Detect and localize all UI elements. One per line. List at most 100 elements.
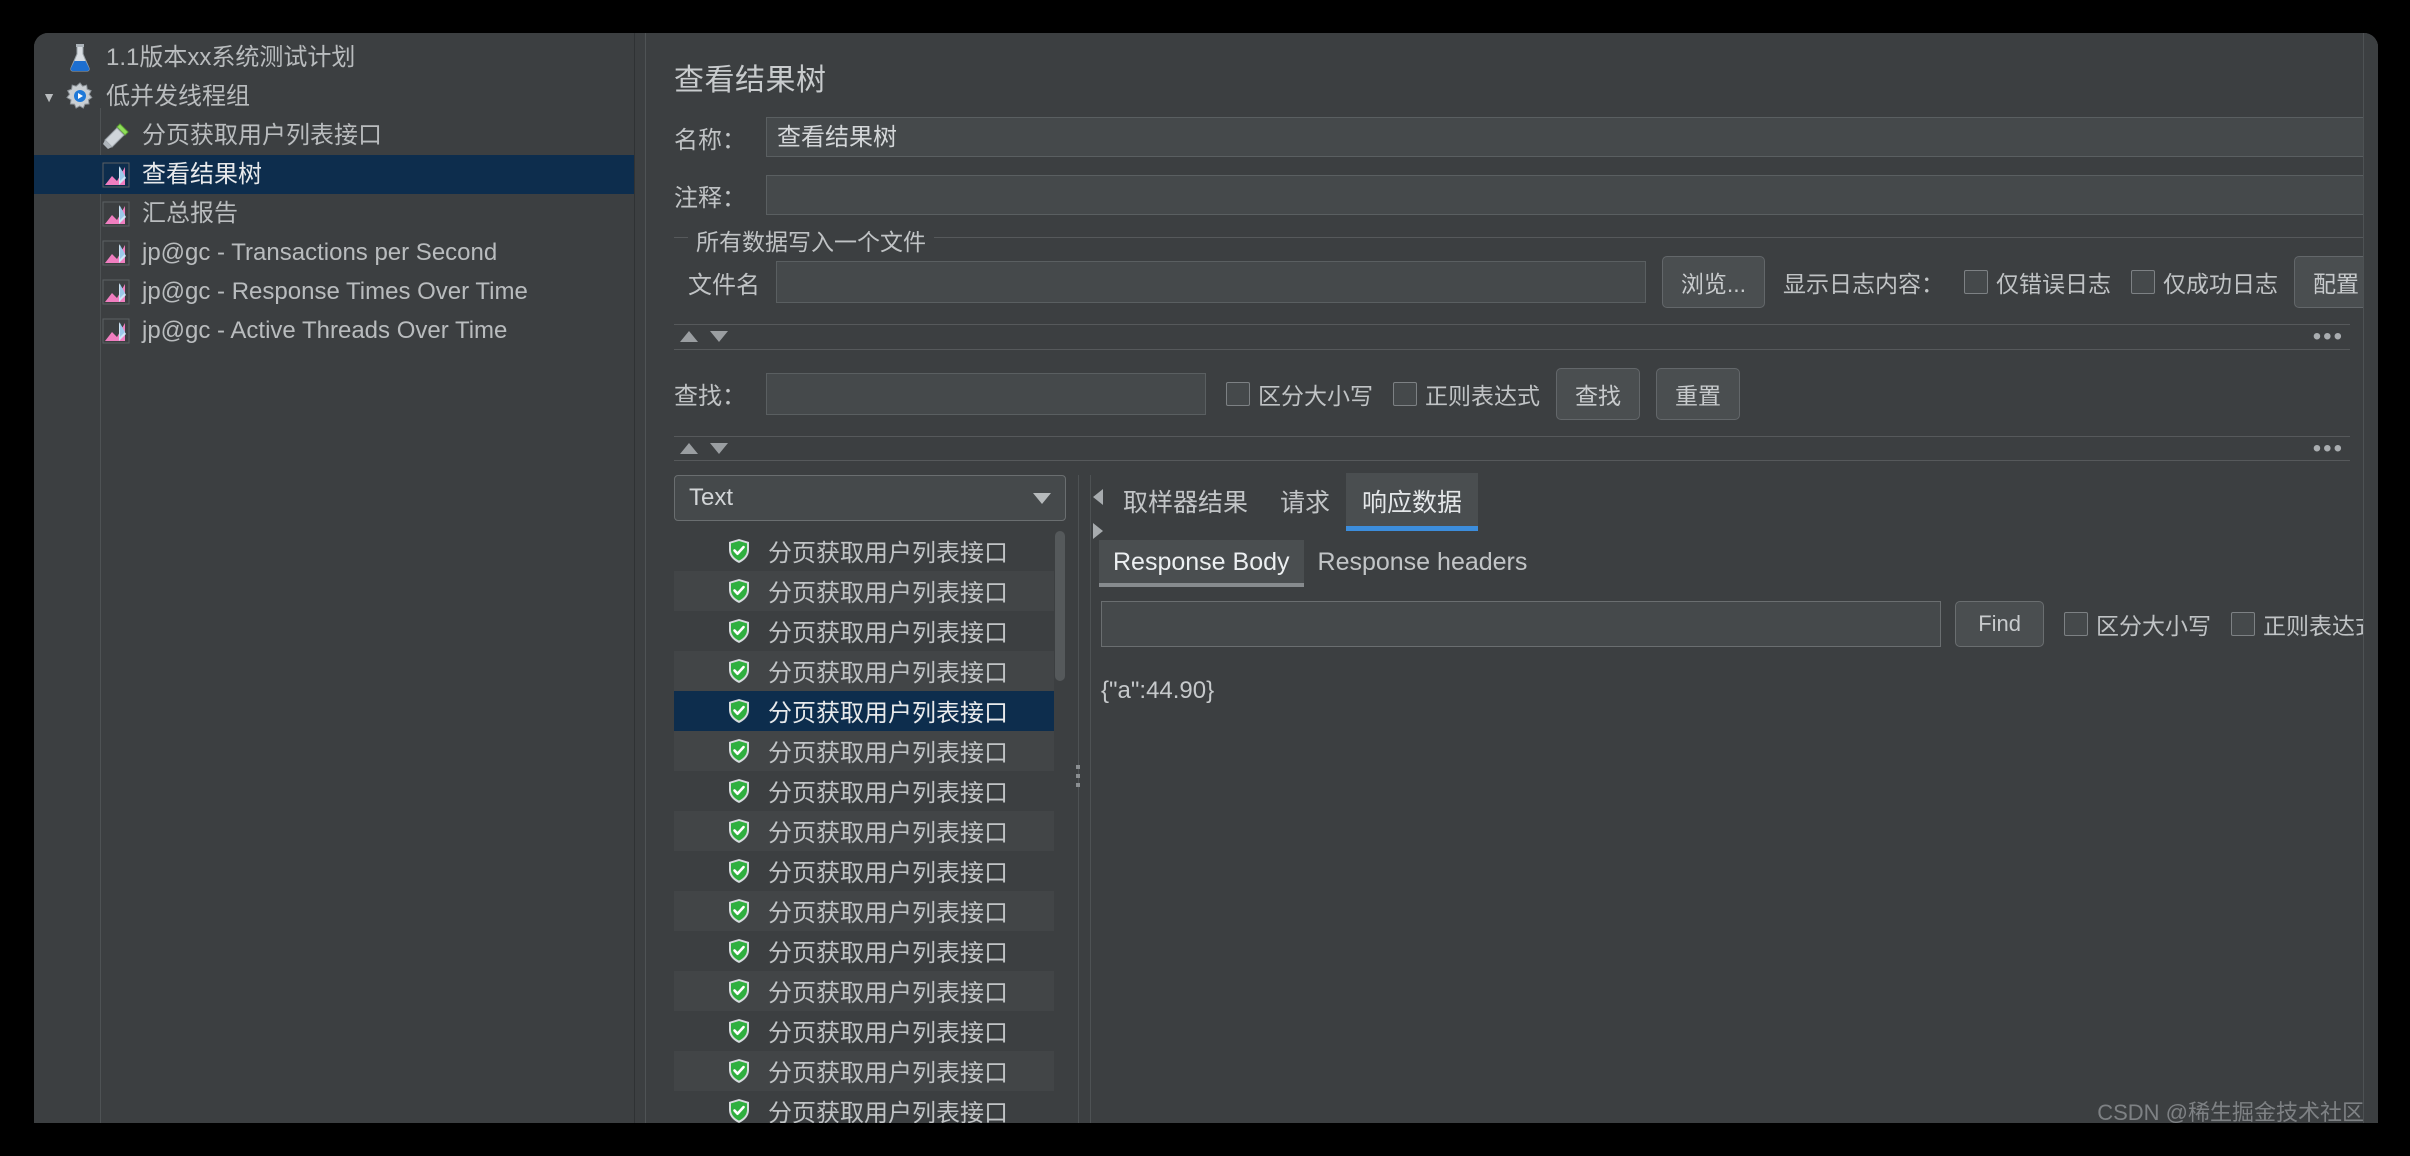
response-subtabs[interactable]: Response Body Response headers xyxy=(1091,537,2378,588)
sample-result-row[interactable]: 分页获取用户列表接口 xyxy=(674,851,1066,891)
response-find-input[interactable] xyxy=(1101,601,1942,648)
sample-result-row[interactable]: 分页获取用户列表接口 xyxy=(674,1091,1066,1123)
errors-only-label: 仅错误日志 xyxy=(1996,271,2111,297)
sample-result-label: 分页获取用户列表接口 xyxy=(768,740,1008,768)
browse-button[interactable]: 浏览... xyxy=(1661,256,1765,308)
sample-result-label: 分页获取用户列表接口 xyxy=(768,780,1008,808)
drag-dots-icon[interactable]: ••• xyxy=(2313,324,2344,348)
collapse-up-icon[interactable] xyxy=(680,331,698,343)
sample-result-row[interactable]: 分页获取用户列表接口 xyxy=(674,890,1066,931)
test-plan-tree[interactable]: 1.1版本xx系统测试计划 ▼ 低并发线程组 分页获取用户列表接口 查看结果树 汇总报告 j… xyxy=(34,33,634,350)
success-shield-icon xyxy=(726,738,752,764)
pipette-icon xyxy=(100,120,132,152)
errors-only-checkbox[interactable] xyxy=(1964,270,1988,294)
detail-tab-0[interactable]: 取样器结果 xyxy=(1107,473,1264,531)
search-regex-checkbox[interactable] xyxy=(1393,381,1417,406)
search-input[interactable] xyxy=(766,372,1206,415)
tree-item-2[interactable]: 分页获取用户列表接口 xyxy=(34,116,634,155)
sample-results-list[interactable]: 分页获取用户列表接口 分页获取用户列表接口 分页获取用户列表接口 分页获取用户列表接口… xyxy=(674,530,1066,1123)
detail-tab-1[interactable]: 请求 xyxy=(1264,473,1346,531)
name-label: 名称： xyxy=(674,126,746,154)
results-and-detail-area: Text 分页获取用户列表接口 分页获取用户列表接口 分页获取用户列表接口 分页获取用… xyxy=(646,33,2378,1123)
response-regex-label: 正则表达式 xyxy=(2263,613,2378,640)
sample-result-label: 分页获取用户列表接口 xyxy=(768,1020,1008,1048)
tree-expand-icon[interactable]: ▼ xyxy=(34,89,64,105)
detail-column: 取样器结果 请求 响应数据 Response Body Response header… xyxy=(1090,473,2378,1123)
sample-result-row[interactable]: 分页获取用户列表接口 xyxy=(674,730,1066,771)
search-reset-button[interactable]: 重置 xyxy=(1656,367,1740,420)
listener-icon xyxy=(100,198,132,230)
collapse-strip-upper[interactable]: ••• xyxy=(674,324,2350,350)
sample-result-row[interactable]: 分页获取用户列表接口 xyxy=(674,690,1066,731)
response-case-checkbox[interactable] xyxy=(2064,612,2088,637)
detail-pane-scrollbar[interactable] xyxy=(2363,33,2378,1123)
comment-input[interactable] xyxy=(766,175,2378,215)
success-shield-icon xyxy=(726,938,752,964)
sample-result-row[interactable]: 分页获取用户列表接口 xyxy=(674,611,1066,651)
search-case-checkbox[interactable] xyxy=(1226,381,1250,406)
sample-result-row[interactable]: 分页获取用户列表接口 xyxy=(674,570,1066,611)
collapse-arrows-upper[interactable] xyxy=(680,331,728,343)
sample-result-row[interactable]: 分页获取用户列表接口 xyxy=(674,771,1066,811)
chevron-left-icon[interactable] xyxy=(1093,489,1103,506)
main-vertical-splitter[interactable] xyxy=(634,33,646,1123)
tree-item-label: 查看结果树 xyxy=(142,160,262,188)
collapse-down-icon[interactable] xyxy=(710,331,728,343)
collapse-up-icon[interactable] xyxy=(680,443,698,455)
flask-icon xyxy=(64,42,96,74)
name-input[interactable]: 查看结果树 xyxy=(766,117,2378,157)
response-subtab-0[interactable]: Response Body xyxy=(1099,540,1304,588)
tree-item-7[interactable]: jp@gc - Active Threads Over Time xyxy=(34,311,634,350)
response-find-row: Find 区分大小写 正则表达式 xyxy=(1091,587,2378,648)
sample-result-label: 分页获取用户列表接口 xyxy=(768,980,1008,1008)
groupbox-legend: 所有数据写入一个文件 xyxy=(688,223,934,257)
sample-result-row[interactable]: 分页获取用户列表接口 xyxy=(674,531,1066,571)
drag-dots-icon[interactable]: ••• xyxy=(2313,436,2344,460)
tree-item-1[interactable]: ▼ 低并发线程组 xyxy=(34,77,634,116)
results-scroll-thumb[interactable] xyxy=(1055,530,1065,681)
filename-input[interactable] xyxy=(776,261,1646,303)
results-scrollbar[interactable] xyxy=(1054,530,1066,1123)
splitter-grip-dots-top[interactable] xyxy=(1076,765,1080,788)
results-detail-splitter[interactable] xyxy=(1066,475,1090,1123)
sample-result-row[interactable]: 分页获取用户列表接口 xyxy=(674,1050,1066,1091)
response-regex-checkbox[interactable] xyxy=(2231,612,2255,637)
chevron-right-icon[interactable] xyxy=(1093,523,1103,540)
detail-tab-2[interactable]: 响应数据 xyxy=(1346,473,1479,532)
tree-item-6[interactable]: jp@gc - Response Times Over Time xyxy=(34,272,634,311)
comment-label: 注释： xyxy=(674,184,746,212)
sample-result-row[interactable]: 分页获取用户列表接口 xyxy=(674,810,1066,851)
tab-scroll-arrows[interactable] xyxy=(1091,475,1107,540)
tree-item-5[interactable]: jp@gc - Transactions per Second xyxy=(34,233,634,272)
chevron-down-icon xyxy=(1033,492,1051,504)
search-find-button[interactable]: 查找 xyxy=(1556,367,1640,420)
write-all-data-groupbox: 所有数据写入一个文件 文件名 浏览... 显示日志内容： 仅错误日志 仅成功日志… xyxy=(674,223,2378,308)
success-shield-icon xyxy=(726,778,752,804)
success-shield-icon xyxy=(726,858,752,884)
renderer-select[interactable]: Text xyxy=(674,475,1066,521)
tree-item-0[interactable]: 1.1版本xx系统测试计划 xyxy=(34,38,634,77)
tree-item-3[interactable]: 查看结果树 xyxy=(34,155,634,194)
sample-result-row[interactable]: 分页获取用户列表接口 xyxy=(674,650,1066,691)
collapse-strip-lower[interactable]: ••• xyxy=(674,435,2350,462)
filename-label: 文件名 xyxy=(688,271,760,299)
sample-result-row[interactable]: 分页获取用户列表接口 xyxy=(674,931,1066,971)
success-only-checkbox[interactable] xyxy=(2131,270,2155,294)
tree-item-4[interactable]: 汇总报告 xyxy=(34,194,634,233)
response-subtab-1[interactable]: Response headers xyxy=(1304,540,1542,587)
success-shield-icon xyxy=(726,698,752,724)
collapse-arrows-lower[interactable] xyxy=(680,443,728,455)
tree-item-label: jp@gc - Response Times Over Time xyxy=(142,277,528,305)
test-plan-tree-pane: 1.1版本xx系统测试计划 ▼ 低并发线程组 分页获取用户列表接口 查看结果树 汇总报告 j… xyxy=(34,33,634,1123)
response-find-button[interactable]: Find xyxy=(1955,601,2044,648)
success-shield-icon xyxy=(726,538,752,564)
sample-result-row[interactable]: 分页获取用户列表接口 xyxy=(674,1011,1066,1051)
detail-tabs[interactable]: 取样器结果 请求 响应数据 xyxy=(1107,473,1479,532)
sample-result-label: 分页获取用户列表接口 xyxy=(768,660,1008,688)
tree-item-label: 1.1版本xx系统测试计划 xyxy=(106,43,356,71)
gear-icon xyxy=(64,81,96,113)
listener-icon xyxy=(100,159,132,191)
listener-icon xyxy=(100,315,132,347)
sample-result-row[interactable]: 分页获取用户列表接口 xyxy=(674,970,1066,1011)
collapse-down-icon[interactable] xyxy=(710,443,728,455)
